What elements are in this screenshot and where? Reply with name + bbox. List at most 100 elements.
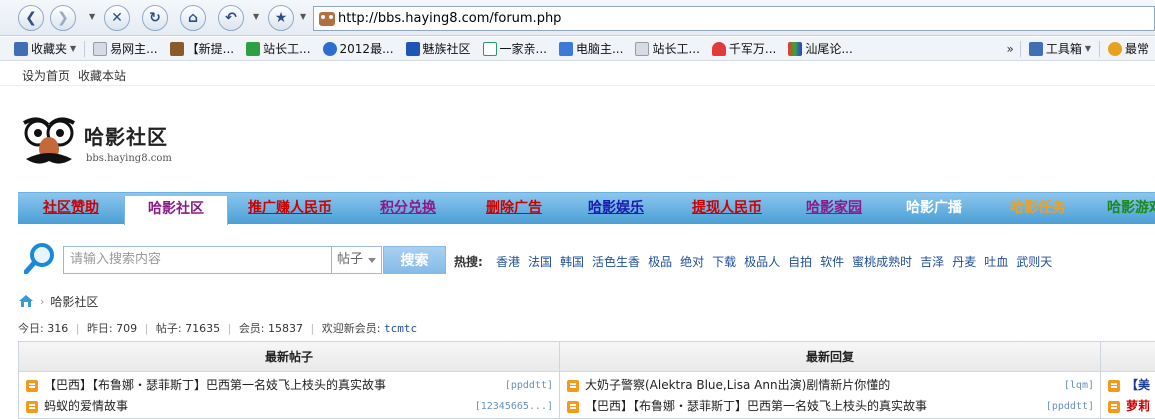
toolbox-menu[interactable]: 工具箱 ▼ [1023,38,1097,60]
address-bar[interactable]: http://bbs.haying8.com/forum.php [313,6,1155,31]
posts-count: 71635 [185,322,221,335]
bookmark-item[interactable]: 千军万... [706,38,782,60]
author-link[interactable]: [ppddtt] [1046,396,1094,417]
refresh-button[interactable]: ↻ [142,5,168,31]
hot-search-label: 热搜: [454,255,483,269]
undo-button[interactable]: ↶ [218,5,244,31]
post-icon [1108,380,1120,392]
toolbox-icon [1028,41,1043,56]
hot-search-term[interactable]: 吐血 [984,253,1008,270]
star-icon [14,41,28,56]
more-bookmarks-button[interactable]: » [1002,42,1017,56]
stop-button[interactable]: ✕ [104,5,130,31]
bookmark-item[interactable]: 电脑主... [553,38,629,60]
bookmark-item[interactable]: 2012最... [317,38,400,60]
hot-search-term[interactable]: 韩国 [560,253,584,270]
panel-title: 最新帖子 [19,342,559,372]
search-type-select[interactable]: 帖子 [331,246,382,274]
undo-dropdown-icon[interactable]: ▼ [253,12,259,21]
hot-search-term[interactable]: 自拍 [788,253,812,270]
hot-search-term[interactable]: 活色生香 [592,253,640,270]
bookmark-item[interactable]: 魅族社区 [400,38,477,60]
forward-button[interactable]: ❯ [50,5,76,31]
bookmark-item[interactable]: 一家亲... [477,38,553,60]
author-link[interactable]: [12345665...] [475,396,553,417]
nav-haying-tasks[interactable]: 哈影任务 [988,193,1088,224]
main-navigation: 社区赞助 哈影社区 推广赚人民币 积分兑换 删除广告 哈影娱乐 提现人民币 哈影… [18,192,1155,225]
list-item[interactable]: 大奶子警察(Alektra Blue,Lisa Ann出演)剧情新片你懂的 [l… [560,375,1100,396]
third-panel: 【美 萝莉 [1100,341,1155,419]
members-count: 15837 [268,322,304,335]
latest-posts-panel: 最新帖子 【巴西】【布鲁娜・瑟菲斯丁】巴西第一名妓飞上枝头的真实故事 [ppdd… [18,341,560,419]
browser-toolbar: ❮ ❯ ▼ ✕ ↻ ⌂ ↶ ▼ ★ ▼ http://bbs.haying8.c… [0,0,1155,36]
nav-haying-community[interactable]: 哈影社区 [124,196,228,225]
favorite-star-button[interactable]: ★ [268,5,294,31]
hot-search-term[interactable]: 下载 [712,253,736,270]
globe-icon [322,41,337,56]
list-item[interactable]: 【美 [1101,375,1155,396]
bookmark-site-link[interactable]: 收藏本站 [78,67,126,84]
search-input[interactable]: 请输入搜索内容 [63,246,333,274]
breadcrumb: › 哈影社区 [18,292,98,310]
bookmark-item[interactable]: 【新提... [164,38,240,60]
tool-icon [246,41,261,56]
nav-haying-home[interactable]: 哈影家园 [784,193,884,224]
forum-stats: 今日: 316 | 昨日: 709 | 帖子: 71635 | 会员: 1583… [18,322,418,335]
logo-title: 哈影社区 [84,125,168,149]
home-icon[interactable] [18,294,34,308]
panel-title [1101,342,1155,372]
new-member-link[interactable]: tcmtc [384,322,417,335]
search-button[interactable]: 搜索 [383,246,446,274]
breadcrumb-separator: › [40,294,45,308]
home-button[interactable]: ⌂ [180,5,206,31]
favorites-menu[interactable]: 收藏夹 ▼ [0,38,82,60]
favorite-dropdown-icon[interactable]: ▼ [300,12,306,21]
most-visited-menu[interactable]: 最常 [1102,38,1155,60]
hot-search-term[interactable]: 极品人 [744,253,780,270]
mask-icon [169,41,184,56]
nav-community-sponsor[interactable]: 社区赞助 [18,193,124,224]
hot-search-term[interactable]: 吉泽 [920,253,944,270]
hot-search-term[interactable]: 软件 [820,253,844,270]
site-favicon-icon [319,11,335,26]
list-item[interactable]: 萝莉 [1101,396,1155,417]
history-dropdown-icon[interactable]: ▼ [89,12,95,21]
hot-search-term[interactable]: 极品 [648,253,672,270]
nav-withdraw-cash[interactable]: 提现人民币 [672,193,782,224]
site-header: 哈影社区 bbs.haying8.com [0,87,1155,191]
page-icon [635,41,650,56]
list-item[interactable]: 蚂蚁的爱情故事 [12345665...] [19,396,559,417]
list-item[interactable]: 【巴西】【布鲁娜・瑟菲斯丁】巴西第一名妓飞上枝头的真实故事 [ppddtt] [19,375,559,396]
hot-search-term[interactable]: 武则天 [1016,253,1052,270]
breadcrumb-current[interactable]: 哈影社区 [50,293,98,310]
hot-search-term[interactable]: 香港 [496,253,520,270]
site-topbar: 设为首页 收藏本站 [0,62,1155,86]
bookmark-item[interactable]: 易网主... [87,38,163,60]
nav-remove-ads[interactable]: 删除广告 [464,193,564,224]
nav-points-exchange[interactable]: 积分兑换 [358,193,458,224]
author-link[interactable]: [ppddtt] [505,375,553,396]
most-visited-icon [1107,41,1122,56]
nav-haying-entertainment[interactable]: 哈影娱乐 [566,193,666,224]
post-icon [567,380,579,392]
hot-search-term[interactable]: 法国 [528,253,552,270]
nav-haying-games[interactable]: 哈影游戏 [1090,193,1155,224]
list-item[interactable]: 【巴西】【布鲁娜・瑟菲斯丁】巴西第一名妓飞上枝头的真实故事 [ppddtt] [560,396,1100,417]
hot-search-term[interactable]: 蜜桃成熟时 [852,253,912,270]
hot-search-term[interactable]: 丹麦 [952,253,976,270]
bookmarks-bar: 收藏夹 ▼ 易网主... 【新提... 站长工... 2012最... 魅族社区… [0,37,1155,61]
hot-search-term[interactable]: 绝对 [680,253,704,270]
post-icon [1108,401,1120,413]
bookmark-item[interactable]: 站长工... [629,38,705,60]
nav-promote-earn[interactable]: 推广赚人民币 [230,193,350,224]
today-count: 316 [47,322,69,335]
site-logo[interactable]: 哈影社区 bbs.haying8.com [20,117,190,173]
back-button[interactable]: ❮ [18,5,44,31]
nav-haying-broadcast[interactable]: 哈影广播 [884,193,984,224]
heart-icon [711,41,726,56]
bookmark-item[interactable]: 站长工... [240,38,316,60]
family-icon [482,41,497,56]
author-link[interactable]: [lqm] [1064,375,1094,396]
set-homepage-link[interactable]: 设为首页 [22,67,70,84]
bookmark-item[interactable]: 汕尾论... [782,38,858,60]
